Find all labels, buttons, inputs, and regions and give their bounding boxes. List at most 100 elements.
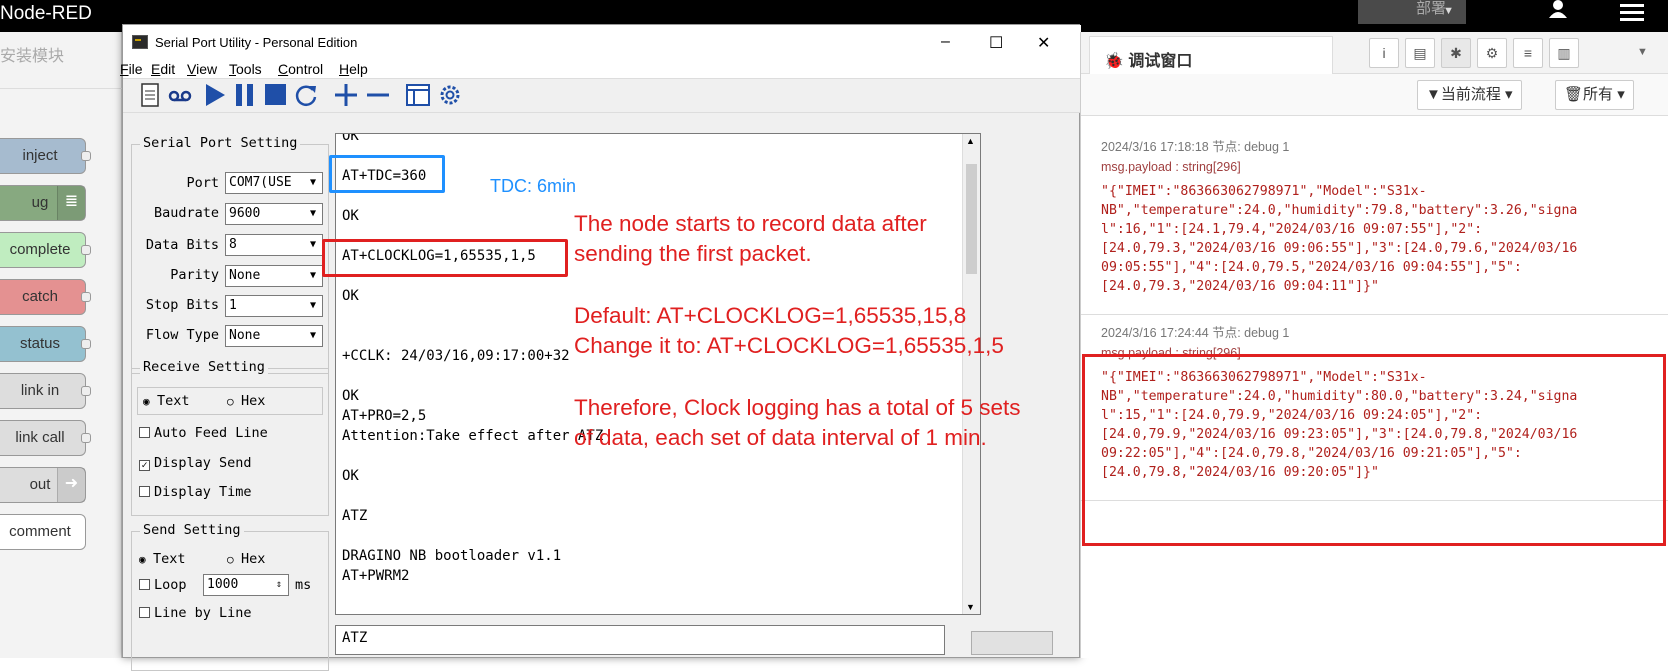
send-button[interactable] [971, 631, 1053, 655]
refresh-icon[interactable] [293, 82, 319, 108]
close-icon[interactable]: ✕ [1037, 33, 1050, 53]
parity-label: Parity [170, 267, 219, 283]
chevron-down-icon: ▼ [304, 173, 322, 193]
app-icon [132, 35, 148, 49]
record-icon[interactable] [167, 82, 193, 108]
palette-node-complete[interactable]: complete [0, 232, 91, 268]
parity-select[interactable]: None ▼ [225, 265, 323, 287]
bug-icon[interactable]: ✱ [1441, 38, 1471, 68]
display-time-checkbox[interactable]: Display Time [139, 484, 252, 500]
message-meta: 2024/3/16 17:18:18 节点: debug 1 [1101, 140, 1290, 154]
palette-node-status[interactable]: status [0, 326, 91, 362]
gear-icon[interactable] [437, 82, 463, 108]
port-select[interactable]: COM7(USE ▼ [225, 172, 323, 194]
send-input[interactable]: ATZ [335, 625, 945, 655]
plus-icon[interactable] [333, 82, 359, 108]
display-send-checkbox[interactable]: ✓ Display Send [139, 455, 252, 471]
terminal-line: AT+PRO=2,5 [342, 408, 427, 424]
chevron-down-icon: ▼ [304, 326, 322, 346]
loop-checkbox[interactable]: Loop [139, 577, 187, 593]
minimize-icon[interactable]: – [941, 33, 950, 51]
chart-icon[interactable]: ▥ [1549, 38, 1579, 68]
databits-select[interactable]: 8 ▼ [225, 234, 323, 256]
flowtype-label: Flow Type [145, 327, 219, 343]
minus-icon[interactable] [365, 82, 391, 108]
filter-current-flow-button[interactable]: ▼当前流程 ▾ [1417, 80, 1522, 110]
palette-node-inject[interactable]: inject [0, 138, 91, 174]
flowtype-select[interactable]: None ▼ [225, 325, 323, 347]
filter-all-button[interactable]: 🗑所有 ▾ [1555, 80, 1634, 110]
terminal-line: ATZ [342, 508, 368, 524]
info-icon[interactable]: i [1369, 38, 1399, 68]
debug-message-highlight-box [1082, 354, 1666, 546]
menu-tools[interactable]: Tools [229, 61, 262, 77]
tab-debug[interactable]: 🐞 调试窗口 [1089, 36, 1333, 74]
annotation-line: sending the first packet. [574, 241, 812, 266]
window-titlebar[interactable]: Serial Port Utility - Personal Edition –… [123, 25, 1081, 57]
palette-node-debug[interactable]: ug ≣ [0, 185, 86, 221]
stopbits-select[interactable]: 1 ▼ [225, 295, 323, 317]
app-title: Node-RED [0, 3, 92, 24]
menu-bar: File Edit View Tools Control Help [120, 57, 1081, 79]
database-icon[interactable]: ≡ [1513, 38, 1543, 68]
terminal-line: AT+PWRM2 [342, 568, 410, 584]
chevron-down-icon[interactable]: ▼ [1443, 2, 1454, 20]
palette-node-catch[interactable]: catch [0, 279, 91, 315]
terminal-line: OK [342, 133, 359, 144]
window-layout-icon[interactable] [405, 82, 431, 108]
arrow-icon: ➜ [57, 468, 85, 502]
user-icon[interactable] [1548, 0, 1568, 18]
palette-node-comment[interactable]: comment [0, 514, 86, 550]
hamburger-menu-icon[interactable] [1620, 4, 1644, 22]
terminal-line: OK [342, 288, 359, 304]
palette-node-link-out[interactable]: out ➜ [0, 467, 86, 503]
baudrate-select[interactable]: 9600 ▼ [225, 203, 323, 225]
menu-control[interactable]: Control [278, 61, 323, 77]
play-icon[interactable] [203, 82, 227, 108]
terminal-scrollbar[interactable]: ▲ ▼ [962, 134, 980, 614]
node-palette: 安装模块 inject ug ≣ complete catch status li… [0, 32, 122, 658]
auto-feed-line-checkbox[interactable]: Auto Feed Line [139, 425, 268, 441]
debug-filter-bar: ▼当前流程 ▾ 🗑所有 ▾ [1081, 74, 1668, 116]
spinner-icon[interactable]: ⇕ [270, 575, 288, 595]
palette-node-link-call[interactable]: link call [0, 420, 91, 456]
menu-view[interactable]: View [187, 61, 217, 77]
scroll-up-icon[interactable]: ▲ [966, 136, 975, 146]
receive-text-radio[interactable]: ◉ Text [143, 393, 190, 409]
maximize-icon[interactable]: ☐ [989, 33, 1003, 53]
window-title: Serial Port Utility - Personal Edition [155, 35, 358, 50]
message-payload[interactable]: "{"IMEI":"863663062798971","Model":"S31x… [1101, 182, 1577, 296]
chevron-down-icon[interactable]: ▼ [1637, 46, 1648, 58]
pause-icon[interactable] [233, 82, 257, 108]
annotation-line: of data, each set of data interval of 1 … [574, 425, 987, 450]
message-path[interactable]: msg.payload : string[296] [1101, 160, 1241, 174]
palette-node-link-in[interactable]: link in [0, 373, 91, 409]
menu-edit[interactable]: Edit [151, 61, 175, 77]
terminal-line: +CCLK: 24/03/16,09:17:00+32 [342, 348, 570, 364]
book-icon[interactable]: ▤ [1405, 38, 1435, 68]
toolbar [123, 79, 1081, 113]
new-file-icon[interactable] [139, 82, 161, 108]
menu-help[interactable]: Help [339, 61, 368, 77]
clocklog-highlight-box [322, 239, 568, 277]
menu-file[interactable]: File [120, 61, 143, 77]
loop-interval-input[interactable]: 1000 ⇕ [203, 574, 289, 596]
send-text: ATZ [342, 630, 368, 646]
receive-hex-radio[interactable]: ○ Hex [227, 393, 265, 409]
palette-search-input[interactable]: 安装模块 [0, 42, 64, 66]
terminal-line: DRAGINO NB bootloader v1.1 [342, 548, 562, 564]
receive-terminal[interactable]: OK AT+TDC=360 OK AT+CLOCKLOG=1,65535,1,5… [335, 133, 981, 615]
tdc-annotation: TDC: 6min [490, 176, 577, 196]
group-title: Receive Setting [140, 359, 268, 375]
stop-icon[interactable] [263, 82, 287, 108]
send-hex-radio[interactable]: ○ Hex [227, 551, 265, 567]
deploy-button[interactable]: 部署 ▼ [1358, 0, 1466, 24]
sidebar-tabbar: 🐞 调试窗口 i ▤ ✱ ⚙ ≡ ▥ ▼ [1081, 32, 1668, 74]
scrollbar-thumb[interactable] [966, 164, 977, 274]
gear-icon[interactable]: ⚙ [1477, 38, 1507, 68]
scroll-down-icon[interactable]: ▼ [966, 602, 975, 612]
send-text-radio[interactable]: ◉ Text [139, 551, 186, 567]
group-title: Serial Port Setting [140, 135, 301, 151]
chevron-down-icon: ▼ [304, 204, 322, 224]
line-by-line-checkbox[interactable]: Line by Line [139, 605, 252, 621]
